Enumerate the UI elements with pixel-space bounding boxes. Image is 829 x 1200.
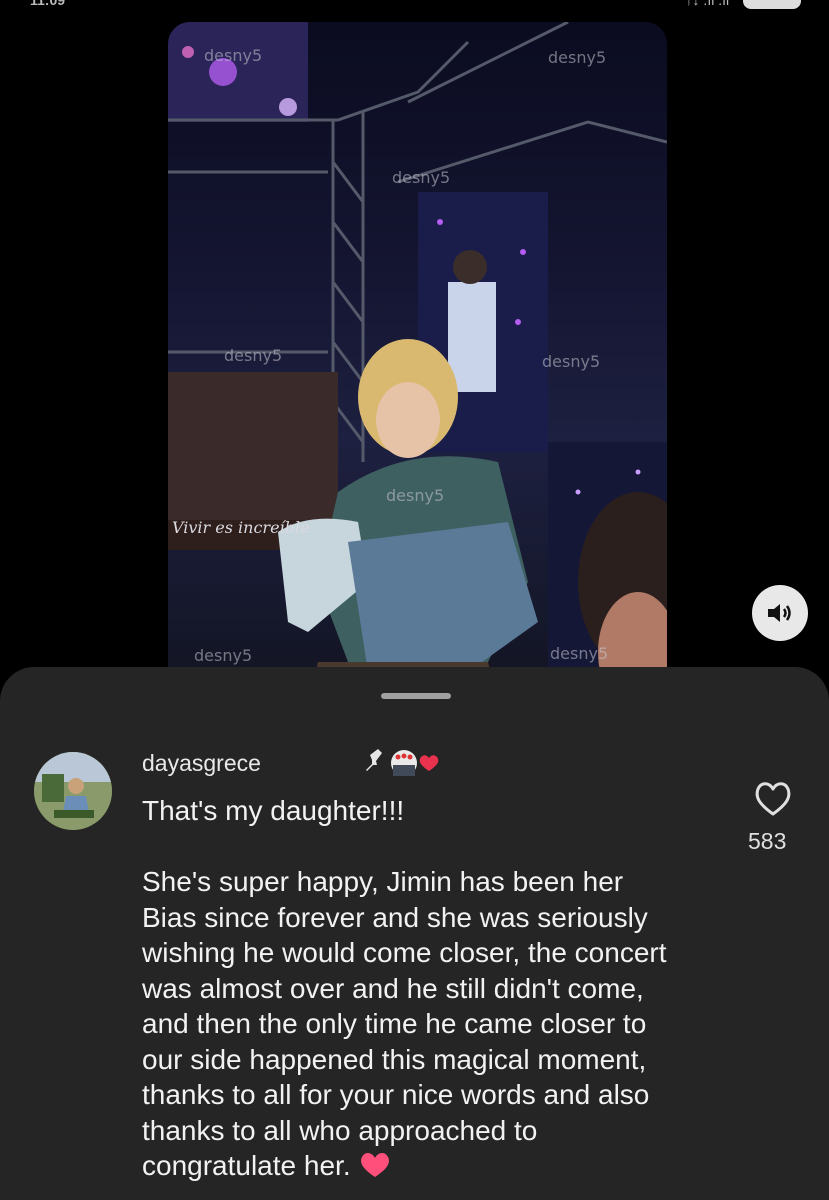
comment-username[interactable]: dayasgrece [142,750,261,777]
comment-body: That's my daughter!!! She's super happy,… [142,795,667,1181]
like-button[interactable] [752,778,794,818]
speaker-volume-icon [768,604,791,622]
like-count: 583 [748,828,787,854]
comments-sheet: dayasgrece That's my daughter!!! She's s… [0,667,829,1200]
comment-meta-icons [364,745,444,779]
watermark: desny5 [550,644,609,663]
watermark: desny5 [542,352,601,371]
stage-sign-text: Vivir es increíble [172,518,310,537]
heart-emoji-icon [361,1152,390,1177]
creator-avatar [391,750,417,776]
red-heart-icon [419,755,439,771]
battery-icon [743,0,801,10]
status-bar: 11:09 ↑↓ .ıl .ıl [0,0,829,14]
watermark: desny5 [548,48,607,67]
watermark: desny5 [204,46,263,65]
pin-icon [366,749,382,771]
comment-text: That's my daughter!!! She's super happy,… [142,793,722,1184]
watermark: desny5 [194,646,253,665]
status-time: 11:09 [30,0,66,8]
drag-handle[interactable] [381,693,451,699]
watermark: desny5 [392,168,451,187]
avatar[interactable] [34,752,112,830]
status-indicators: ↑↓ .ıl .ıl [685,0,801,10]
watermark: desny5 [224,346,283,365]
watermark: desny5 [386,486,445,505]
video-player[interactable]: desny5 desny5 desny5 desny5 desny5 desny… [168,22,667,722]
avatar-photo [34,752,112,830]
signal-icon: ↑↓ .ıl .ıl [685,0,730,8]
heart-outline-icon [755,782,791,816]
sound-toggle-button[interactable] [752,585,808,641]
concert-scene [168,22,667,722]
